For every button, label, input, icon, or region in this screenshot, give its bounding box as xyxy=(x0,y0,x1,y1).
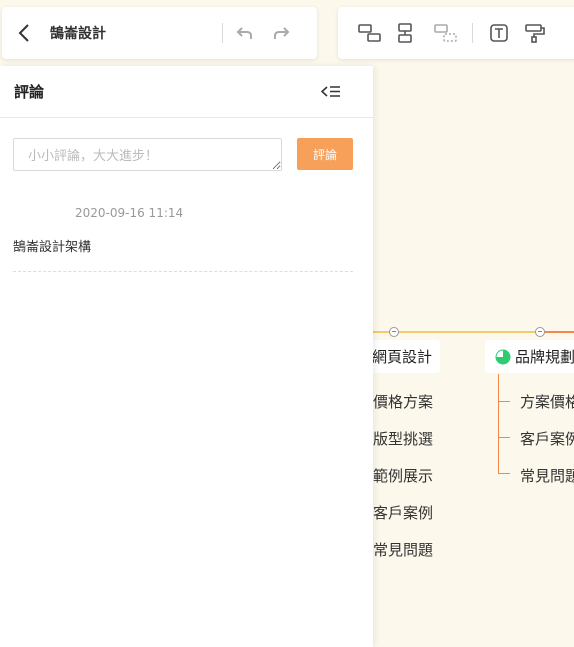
undo-button[interactable] xyxy=(227,15,263,51)
mindmap-child-node[interactable]: 價格方案 xyxy=(373,391,433,412)
branch-connector xyxy=(498,401,510,402)
comment-item: 2020-09-16 11:14 鵠崙設計架構 xyxy=(13,206,353,272)
collapse-node-toggle[interactable] xyxy=(389,327,399,337)
mindmap-child-node[interactable]: 常見問題 xyxy=(373,539,433,560)
comment-text: 鵠崙設計架構 xyxy=(13,240,92,255)
collapse-panel-icon xyxy=(321,85,340,97)
toolbar-divider xyxy=(472,23,473,43)
redo-icon xyxy=(274,27,290,39)
child-node-icon xyxy=(358,24,381,42)
text-button[interactable] xyxy=(481,15,517,51)
mindmap-child-node[interactable]: 方案價格 xyxy=(520,391,574,412)
mindmap-child-node[interactable]: 範例展示 xyxy=(373,465,433,486)
mindmap-node-web-design[interactable]: 網頁設計 xyxy=(364,340,441,373)
submit-comment-button[interactable]: 評論 xyxy=(297,138,353,170)
mindmap-child-node[interactable]: 客戶案例 xyxy=(373,502,433,523)
paint-roller-icon xyxy=(525,24,545,43)
format-painter-button[interactable] xyxy=(517,15,553,51)
comment-input-row: 評論 xyxy=(13,138,353,171)
mindmap-node-brand-planning[interactable]: 品牌規劃 xyxy=(485,340,574,373)
add-floating-node-button[interactable] xyxy=(428,15,464,51)
redo-button[interactable] xyxy=(263,15,299,51)
collapse-panel-button[interactable] xyxy=(319,80,343,104)
panel-title: 評論 xyxy=(14,83,45,101)
toolbar-divider xyxy=(222,23,223,43)
chevron-left-icon xyxy=(18,24,29,42)
mindmap-child-node[interactable]: 常見問題 xyxy=(520,465,574,486)
add-sibling-node-button[interactable] xyxy=(388,15,424,51)
document-title: 鵠崙設計 xyxy=(50,26,106,42)
sibling-node-icon xyxy=(398,23,412,43)
add-child-node-button[interactable] xyxy=(352,15,388,51)
branch-connector xyxy=(498,473,510,474)
floating-node-icon xyxy=(434,24,457,42)
text-box-icon xyxy=(490,24,508,42)
mindmap-child-node[interactable]: 版型挑選 xyxy=(373,428,433,449)
mindmap-child-node[interactable]: 客戶案例 xyxy=(520,428,574,449)
comment-timestamp: 2020-09-16 11:14 xyxy=(75,206,184,220)
progress-pie-icon xyxy=(495,349,511,364)
undo-icon xyxy=(236,27,252,39)
connector-line xyxy=(542,331,574,333)
comment-panel: 評論 評論 2020-09-16 11:14 鵠崙設計架構 xyxy=(0,66,373,647)
back-button[interactable] xyxy=(2,7,46,59)
node-label: 品牌規劃 xyxy=(515,348,574,366)
branch-connector xyxy=(498,374,499,474)
node-label: 網頁設計 xyxy=(372,348,433,366)
comment-input[interactable] xyxy=(13,138,282,171)
comment-panel-header: 評論 xyxy=(0,66,373,118)
collapse-node-toggle[interactable] xyxy=(535,327,545,337)
branch-connector xyxy=(498,437,510,438)
top-toolbar-right xyxy=(338,7,574,59)
top-toolbar-left: 鵠崙設計 xyxy=(2,7,317,59)
